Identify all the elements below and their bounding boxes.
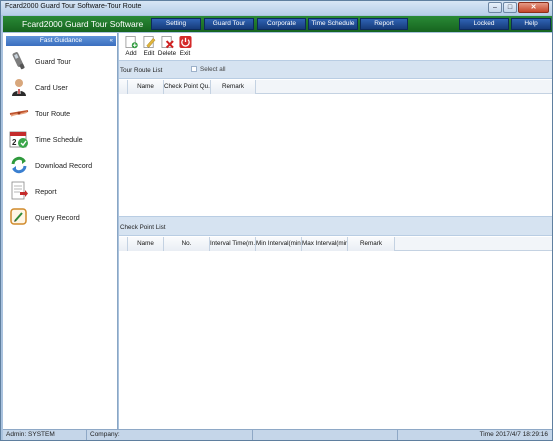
sidebar-item-card-user[interactable]: Card User (7, 77, 115, 99)
sidebar-item-time-schedule[interactable]: 2 Time Schedule (7, 129, 115, 151)
nav-guard-tour[interactable]: Guard Tour (204, 18, 254, 30)
edit-button[interactable]: Edit (139, 35, 159, 58)
card-user-icon (12, 79, 26, 96)
report-icon (11, 181, 28, 200)
status-spacer (253, 430, 398, 440)
sidebar-item-tour-route[interactable]: Tour Route (7, 103, 115, 125)
sidebar-item-guard-tour[interactable]: Guard Tour (7, 51, 115, 73)
row-header-corner (119, 80, 128, 94)
exit-label: Exit (179, 50, 191, 57)
sidebar-heading-label: Fast Guidance (39, 37, 83, 44)
sidebar-item-label: Download Record (35, 161, 93, 170)
delete-label: Delete (157, 50, 177, 57)
column-header-max-interval[interactable]: Max Interval(min) (302, 237, 348, 251)
edit-label: Edit (143, 50, 155, 57)
maximize-button[interactable]: □ (503, 2, 517, 13)
status-time: Time 2017/4/7 18:29:16 (479, 431, 548, 438)
window-titlebar[interactable]: Fcard2000 Guard Tour Software-Tour Route… (1, 1, 552, 15)
nav-time-schedule[interactable]: Time Schedule (308, 18, 358, 30)
fast-guidance-sidebar: Fast Guidance « Guard Tour Card User Tou… (3, 33, 118, 429)
query-record-icon (10, 208, 27, 225)
sidebar-item-label: Card User (35, 83, 68, 92)
status-company: Company: (87, 430, 253, 440)
nav-report[interactable]: Report (360, 18, 408, 30)
tour-route-list-title: Tour Route List (120, 67, 163, 74)
guard-tour-device-icon (12, 52, 25, 70)
nav-corporate[interactable]: Corporate (257, 18, 306, 30)
minimize-button[interactable]: – (488, 2, 502, 13)
row-header-corner (119, 237, 128, 251)
status-admin: Admin: SYSTEM (3, 430, 87, 440)
sidebar-item-label: Guard Tour (35, 57, 71, 66)
exit-button[interactable]: Exit (175, 35, 195, 58)
delete-button[interactable]: Delete (157, 35, 177, 58)
nav-setting[interactable]: Setting (151, 18, 201, 30)
svg-text:2: 2 (12, 138, 17, 147)
collapse-icon[interactable]: « (110, 36, 113, 46)
column-header-interval-time[interactable]: Interval Time(m... (210, 237, 256, 251)
column-header-remark[interactable]: Remark (211, 80, 256, 94)
sidebar-item-download-record[interactable]: Download Record (7, 155, 115, 177)
sidebar-item-label: Query Record (35, 213, 80, 222)
tour-route-grid-header: Name Check Point Qu... Remark (119, 80, 552, 94)
tour-route-list-header: Tour Route List Select all (119, 60, 552, 79)
sidebar-item-label: Time Schedule (35, 135, 83, 144)
locked-button[interactable]: Locked (459, 18, 509, 30)
add-label: Add (125, 50, 137, 57)
check-point-grid-header: Name No. Interval Time(m... Min Interval… (119, 237, 552, 251)
select-all-label: Select all (200, 66, 226, 73)
sidebar-heading[interactable]: Fast Guidance « (6, 36, 116, 46)
check-point-list-header: Check Point List (119, 216, 552, 236)
app-header: Fcard2000 Guard Tour Software Setting Gu… (3, 16, 552, 32)
column-header-no[interactable]: No. (164, 237, 210, 251)
sidebar-item-query-record[interactable]: Query Record (7, 207, 115, 229)
app-name: Fcard2000 Guard Tour Software (22, 19, 144, 29)
column-header-check-point-quantity[interactable]: Check Point Qu... (164, 80, 211, 94)
sidebar-item-report[interactable]: Report (7, 181, 115, 203)
sidebar-item-label: Tour Route (35, 109, 71, 118)
sidebar-item-label: Report (35, 187, 57, 196)
column-header-name[interactable]: Name (128, 80, 164, 94)
status-bar: Admin: SYSTEM Company: Time 2017/4/7 18:… (3, 429, 552, 440)
tour-route-icon (9, 110, 29, 117)
check-point-list-title: Check Point List (120, 224, 166, 231)
app-window: Fcard2000 Guard Tour Software-Tour Route… (0, 0, 553, 441)
column-header-min-interval[interactable]: Min Interval(min) (256, 237, 302, 251)
close-button[interactable]: ✕ (518, 2, 549, 13)
main-content: Add Edit Delete Exit Tour Route List Sel… (119, 33, 552, 429)
select-all-checkbox[interactable]: Select all (191, 66, 226, 73)
column-header-remark[interactable]: Remark (348, 237, 395, 251)
help-button[interactable]: Help (511, 18, 551, 30)
add-icon (125, 36, 138, 49)
calendar-icon: 2 (9, 131, 28, 148)
column-header-name[interactable]: Name (128, 237, 164, 251)
checkbox-icon[interactable] (191, 66, 197, 72)
toolbar: Add Edit Delete Exit (119, 33, 552, 59)
add-button[interactable]: Add (121, 35, 141, 58)
window-title: Fcard2000 Guard Tour Software-Tour Route (5, 3, 142, 10)
check-point-grid[interactable] (119, 251, 552, 429)
edit-icon (143, 36, 155, 48)
download-record-icon (11, 156, 27, 174)
delete-icon (161, 36, 174, 49)
power-icon (178, 35, 192, 49)
tour-route-grid[interactable] (119, 94, 552, 215)
